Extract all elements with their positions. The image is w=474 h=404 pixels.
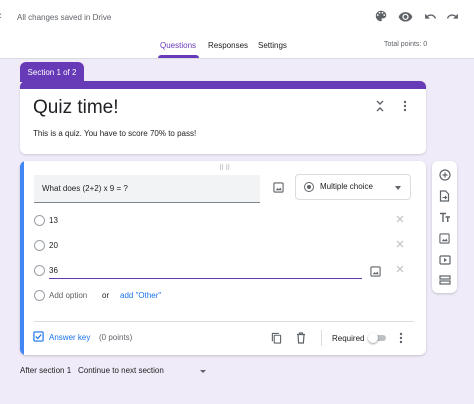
form-title[interactable]: Quiz time! — [33, 97, 119, 119]
required-toggle[interactable] — [368, 333, 387, 343]
dropdown-caret-icon — [395, 186, 401, 190]
active-card-indicator — [20, 161, 24, 355]
delete-icon[interactable] — [295, 332, 307, 344]
after-section-label: After section 1 — [20, 366, 72, 375]
points-label: (0 points) — [99, 333, 133, 342]
collapse-section-icon[interactable] — [373, 99, 387, 113]
add-image-icon[interactable] — [438, 232, 451, 245]
remove-option-icon[interactable] — [395, 264, 405, 274]
add-video-icon[interactable] — [438, 253, 451, 266]
remove-option-icon[interactable] — [395, 214, 405, 224]
undo-icon[interactable] — [422, 8, 438, 24]
radio-button-icon — [304, 182, 314, 192]
option-text[interactable]: 20 — [49, 241, 58, 250]
option-row[interactable]: 36 — [33, 264, 413, 279]
more-vert-icon[interactable] — [395, 332, 407, 344]
add-option-row: Add option or add "Other" — [33, 289, 413, 303]
save-status: All changes saved in Drive — [17, 13, 112, 22]
add-other-link[interactable]: add "Other" — [120, 291, 161, 300]
add-section-icon[interactable] — [438, 273, 451, 286]
top-bar: ‹ All changes saved in Drive Questions R… — [0, 0, 474, 59]
answer-key-label: Answer key — [49, 333, 91, 342]
option-radio — [34, 240, 45, 251]
tab-questions[interactable]: Questions — [160, 41, 196, 50]
import-questions-icon[interactable] — [438, 189, 451, 202]
or-label: or — [102, 291, 110, 300]
option-radio — [34, 265, 45, 276]
option-text-input[interactable]: 36 — [49, 266, 58, 275]
floating-toolbar — [432, 161, 457, 293]
option-text[interactable]: 13 — [49, 216, 58, 225]
add-option-image-icon[interactable] — [369, 265, 381, 277]
option-radio — [34, 215, 45, 226]
question-card[interactable]: ⠿⠿ What does (2+2) x 9 = ? Multiple choi… — [20, 161, 426, 355]
add-option-link[interactable]: Add option — [49, 291, 87, 300]
form-description[interactable]: This is a quiz. You have to score 70% to… — [33, 129, 196, 138]
duplicate-icon[interactable] — [270, 332, 282, 344]
section-tag: Section 1 of 2 — [20, 62, 84, 82]
footer-divider — [34, 321, 414, 322]
after-section-value: Continue to next section — [78, 366, 164, 375]
question-title-input[interactable]: What does (2+2) x 9 = ? — [34, 175, 260, 203]
total-points: Total points: 0 — [384, 41, 428, 48]
remove-option-icon[interactable] — [395, 239, 405, 249]
tab-responses[interactable]: Responses — [208, 41, 248, 50]
tab-settings[interactable]: Settings — [258, 41, 287, 50]
required-label: Required — [332, 334, 365, 343]
add-question-icon[interactable] — [438, 168, 451, 181]
question-type-label: Multiple choice — [320, 182, 373, 191]
back-arrow-icon[interactable]: ‹ — [0, 10, 6, 22]
footer-separator — [321, 330, 322, 346]
option-radio — [34, 290, 45, 301]
drag-handle-icon[interactable]: ⠿⠿ — [219, 164, 231, 172]
add-image-icon[interactable] — [272, 181, 284, 193]
option-row[interactable]: 13 — [33, 214, 413, 228]
redo-icon[interactable] — [444, 8, 460, 24]
form-header-card[interactable]: Quiz time! This is a quiz. You have to s… — [20, 81, 426, 154]
option-row[interactable]: 20 — [33, 239, 413, 253]
palette-icon[interactable] — [373, 8, 389, 24]
after-section-dropdown[interactable]: Continue to next section — [78, 366, 206, 378]
more-vert-icon[interactable] — [398, 99, 412, 113]
question-type-dropdown[interactable]: Multiple choice — [295, 174, 411, 200]
answer-key-icon — [33, 331, 44, 342]
toggle-thumb — [368, 333, 378, 343]
add-title-icon[interactable] — [438, 211, 451, 224]
option-input-underline — [49, 278, 362, 279]
dropdown-caret-icon — [200, 370, 206, 373]
active-tab-indicator — [158, 55, 199, 58]
eye-icon[interactable] — [397, 8, 413, 24]
